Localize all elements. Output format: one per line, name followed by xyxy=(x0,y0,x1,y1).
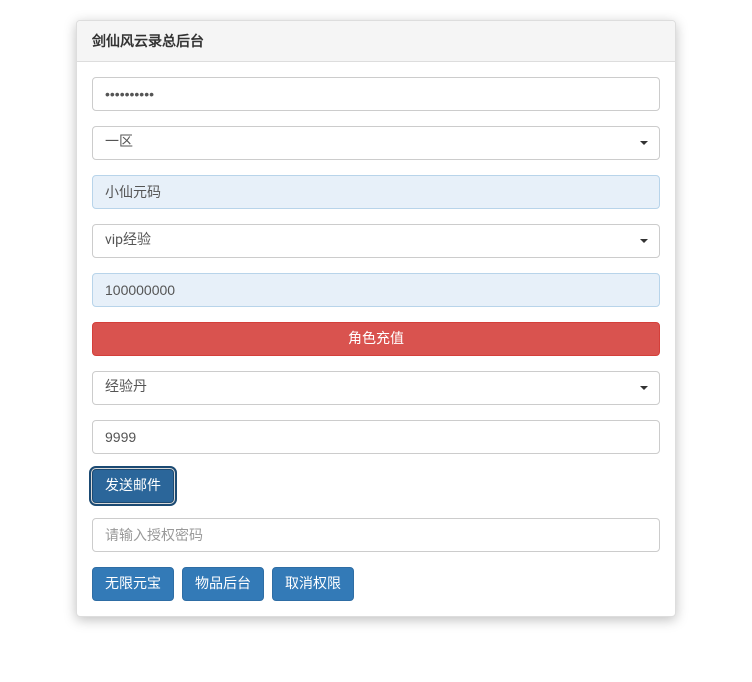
item-select[interactable]: 经验丹 xyxy=(92,371,660,405)
recharge-type-select-wrapper: vip经验 xyxy=(92,224,660,258)
zone-select-wrapper: 一区 xyxy=(92,126,660,160)
action-button-row: 无限元宝 物品后台 取消权限 xyxy=(92,567,660,601)
item-quantity-input[interactable] xyxy=(92,420,660,454)
auth-password-input[interactable] xyxy=(92,518,660,552)
item-admin-button[interactable]: 物品后台 xyxy=(182,567,264,601)
password-input[interactable] xyxy=(92,77,660,111)
send-mail-button[interactable]: 发送邮件 xyxy=(92,469,174,503)
recharge-type-select[interactable]: vip经验 xyxy=(92,224,660,258)
zone-select[interactable]: 一区 xyxy=(92,126,660,160)
recharge-button[interactable]: 角色充值 xyxy=(92,322,660,356)
recharge-amount-input[interactable] xyxy=(92,273,660,307)
panel-header: 剑仙风云录总后台 xyxy=(77,21,675,62)
item-select-wrapper: 经验丹 xyxy=(92,371,660,405)
panel-body: 一区 vip经验 角色充值 经验丹 发送邮件 无限元宝 物品后台 取消权限 xyxy=(77,62,675,616)
panel-title: 剑仙风云录总后台 xyxy=(92,31,660,51)
unlimited-gold-button[interactable]: 无限元宝 xyxy=(92,567,174,601)
cancel-permission-button[interactable]: 取消权限 xyxy=(272,567,354,601)
character-name-input[interactable] xyxy=(92,175,660,209)
admin-panel: 剑仙风云录总后台 一区 vip经验 角色充值 经验丹 发送邮件 无限元宝 物品后… xyxy=(76,20,676,617)
